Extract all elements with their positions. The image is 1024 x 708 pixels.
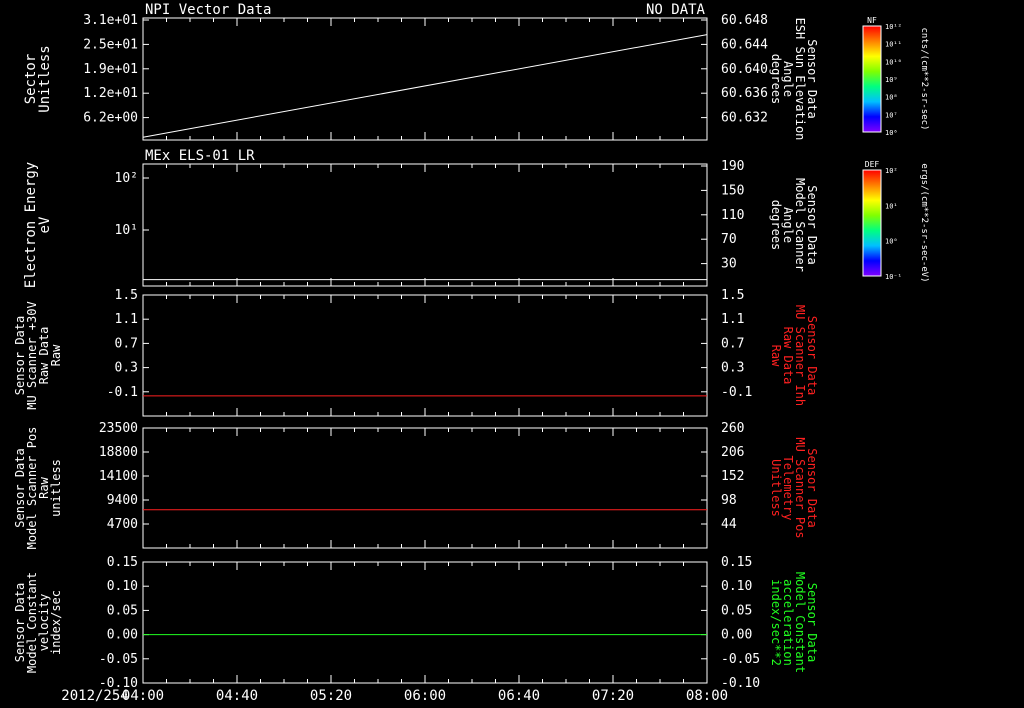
y-tick-label-left: 0.10 bbox=[107, 579, 138, 594]
y-tick-label-right: 0.00 bbox=[721, 628, 752, 643]
y-tick-label-right: 98 bbox=[721, 493, 737, 508]
y-axis-label-left: unitless bbox=[49, 459, 63, 517]
colorbar-tick: 10⁻¹ bbox=[885, 273, 902, 281]
y-tick-label-left: 18800 bbox=[99, 445, 138, 460]
y-tick-label-left: 23500 bbox=[99, 421, 138, 436]
colorbar-units: cnts/(cm**2-sr-sec) bbox=[919, 28, 929, 131]
panel-title: NPI Vector Data bbox=[145, 2, 271, 18]
y-axis-label-right: degrees bbox=[769, 200, 783, 251]
colorbar-tick: 10¹ bbox=[885, 202, 898, 210]
y-tick-label-right: 0.05 bbox=[721, 603, 752, 618]
y-tick-label-right: 60.644 bbox=[721, 37, 768, 52]
y-tick-label-right: 110 bbox=[721, 208, 744, 223]
colorbar-tick: 10⁷ bbox=[885, 111, 898, 119]
x-tick-label: 05:20 bbox=[310, 688, 352, 704]
y-tick-label-right: -0.05 bbox=[721, 652, 760, 667]
y-tick-label-right: 60.648 bbox=[721, 13, 768, 28]
y-tick-label-left: 1.2e+01 bbox=[83, 86, 138, 101]
colorbar-tick: 10⁶ bbox=[885, 129, 898, 137]
y-tick-label-left: 0.3 bbox=[115, 361, 138, 376]
y-tick-label-left: 0.15 bbox=[107, 555, 138, 570]
y-tick-label-right: -0.10 bbox=[721, 676, 760, 691]
y-tick-label-right: 70 bbox=[721, 232, 737, 247]
colorbar-label: NF bbox=[867, 16, 877, 25]
y-tick-label-right: 60.640 bbox=[721, 62, 768, 77]
colorbar bbox=[862, 25, 882, 133]
y-tick-label-right: -0.1 bbox=[721, 385, 752, 400]
y-tick-label-right: 44 bbox=[721, 517, 737, 532]
colorbar-tick: 10⁹ bbox=[885, 76, 898, 84]
y-tick-label-left: 2.5e+01 bbox=[83, 37, 138, 52]
colorbar-tick: 10¹¹ bbox=[885, 41, 902, 49]
y-tick-label-right: 30 bbox=[721, 257, 737, 272]
y-tick-label-left: 0.05 bbox=[107, 603, 138, 618]
y-tick-label-right: 60.636 bbox=[721, 86, 768, 101]
y-tick-label-right: 190 bbox=[721, 159, 744, 174]
y-tick-label-left: 9400 bbox=[107, 493, 138, 508]
panel-frame bbox=[142, 294, 708, 417]
y-tick-label-right: 0.7 bbox=[721, 336, 744, 351]
colorbar-tick: 10¹⁰ bbox=[885, 58, 902, 66]
panel-title: MEx ELS-01 LR bbox=[145, 148, 255, 164]
y-tick-label-right: 152 bbox=[721, 469, 744, 484]
y-tick-label-left: -0.10 bbox=[99, 676, 138, 691]
y-tick-label-left: 3.1e+01 bbox=[83, 13, 138, 28]
y-axis-label-right: Unitless bbox=[769, 459, 783, 517]
y-tick-label-right: 260 bbox=[721, 421, 744, 436]
colorbar-tick: 10¹² bbox=[885, 23, 902, 31]
panel-frame bbox=[142, 163, 708, 287]
y-tick-label-left: 10² bbox=[115, 171, 138, 186]
y-tick-label-right: 0.15 bbox=[721, 555, 752, 570]
y-axis-label-left: index/sec bbox=[49, 590, 63, 655]
y-tick-label-left: 14100 bbox=[99, 469, 138, 484]
y-tick-label-left: 0.00 bbox=[107, 628, 138, 643]
y-tick-label-left: 1.1 bbox=[115, 312, 138, 327]
y-tick-label-left: -0.05 bbox=[99, 652, 138, 667]
panel-status: NO DATA bbox=[646, 2, 706, 18]
panel-frame bbox=[142, 427, 708, 549]
x-tick-label: 07:20 bbox=[592, 688, 634, 704]
y-axis-label-right: Raw bbox=[769, 345, 783, 367]
y-tick-label-left: -0.1 bbox=[107, 385, 138, 400]
y-tick-label-left: 0.7 bbox=[115, 336, 138, 351]
y-axis-label-right: index/sec**2 bbox=[769, 579, 783, 666]
y-tick-label-right: 150 bbox=[721, 183, 744, 198]
y-axis-label-left: Raw bbox=[49, 344, 63, 366]
series-line bbox=[142, 34, 708, 138]
y-tick-label-right: 206 bbox=[721, 445, 744, 460]
colorbar-units: ergs/(cm**2-sr-sec-eV) bbox=[919, 163, 929, 282]
y-tick-label-right: 0.10 bbox=[721, 579, 752, 594]
y-tick-label-left: 1.9e+01 bbox=[83, 62, 138, 77]
y-tick-label-left: 4700 bbox=[107, 517, 138, 532]
x-tick-label: 06:00 bbox=[404, 688, 446, 704]
colorbar bbox=[862, 169, 882, 277]
x-tick-label: 04:40 bbox=[216, 688, 258, 704]
y-tick-label-right: 60.632 bbox=[721, 111, 768, 126]
y-tick-label-right: 1.1 bbox=[721, 312, 744, 327]
colorbar-tick: 10² bbox=[885, 167, 898, 175]
y-tick-label-left: 1.5 bbox=[115, 288, 138, 303]
plot-canvas: 2012/25404:00 04:40 05:20 06:00 06:40 07:20 08… bbox=[13, 2, 929, 704]
y-axis-label-right: degrees bbox=[769, 54, 783, 105]
colorbar-label: DEF bbox=[865, 160, 880, 169]
y-axis-label-left: eV bbox=[37, 216, 53, 233]
y-tick-label-left: 6.2e+00 bbox=[83, 111, 138, 126]
y-tick-label-left: 10¹ bbox=[115, 223, 138, 238]
x-tick-label: 06:40 bbox=[498, 688, 540, 704]
y-tick-label-right: 1.5 bbox=[721, 288, 744, 303]
y-axis-label-left: Unitless bbox=[37, 45, 53, 112]
y-tick-label-right: 0.3 bbox=[721, 361, 744, 376]
colorbar-tick: 10⁸ bbox=[885, 94, 898, 102]
colorbar-tick: 10⁰ bbox=[885, 238, 898, 246]
panel-frame bbox=[142, 561, 708, 684]
